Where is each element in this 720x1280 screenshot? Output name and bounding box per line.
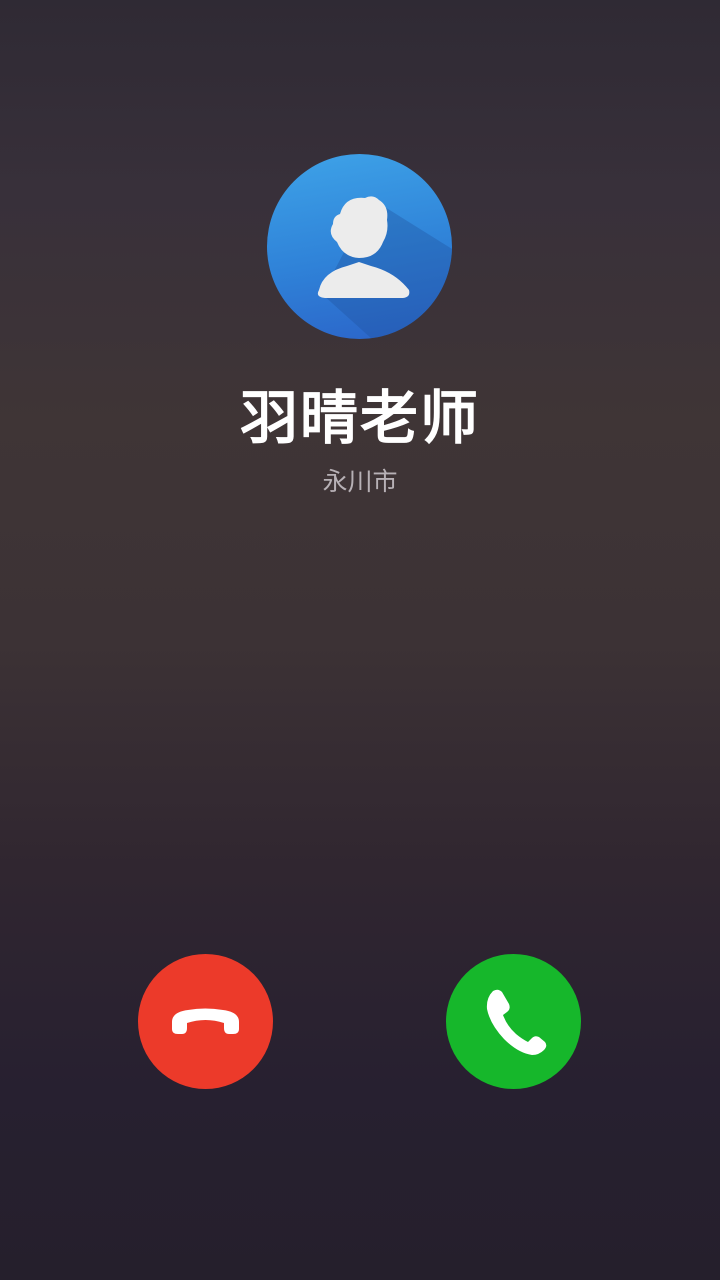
caller-avatar [267, 154, 452, 339]
caller-location: 永川市 [322, 467, 398, 496]
accept-call-button[interactable] [446, 954, 581, 1089]
hang-up-icon [172, 1008, 239, 1034]
default-person-icon [317, 196, 452, 339]
incoming-call-screen: 羽晴老师 永川市 [0, 0, 720, 1280]
decline-call-button[interactable] [138, 954, 273, 1089]
phone-icon [486, 989, 547, 1055]
caller-name: 羽晴老师 [239, 384, 480, 452]
